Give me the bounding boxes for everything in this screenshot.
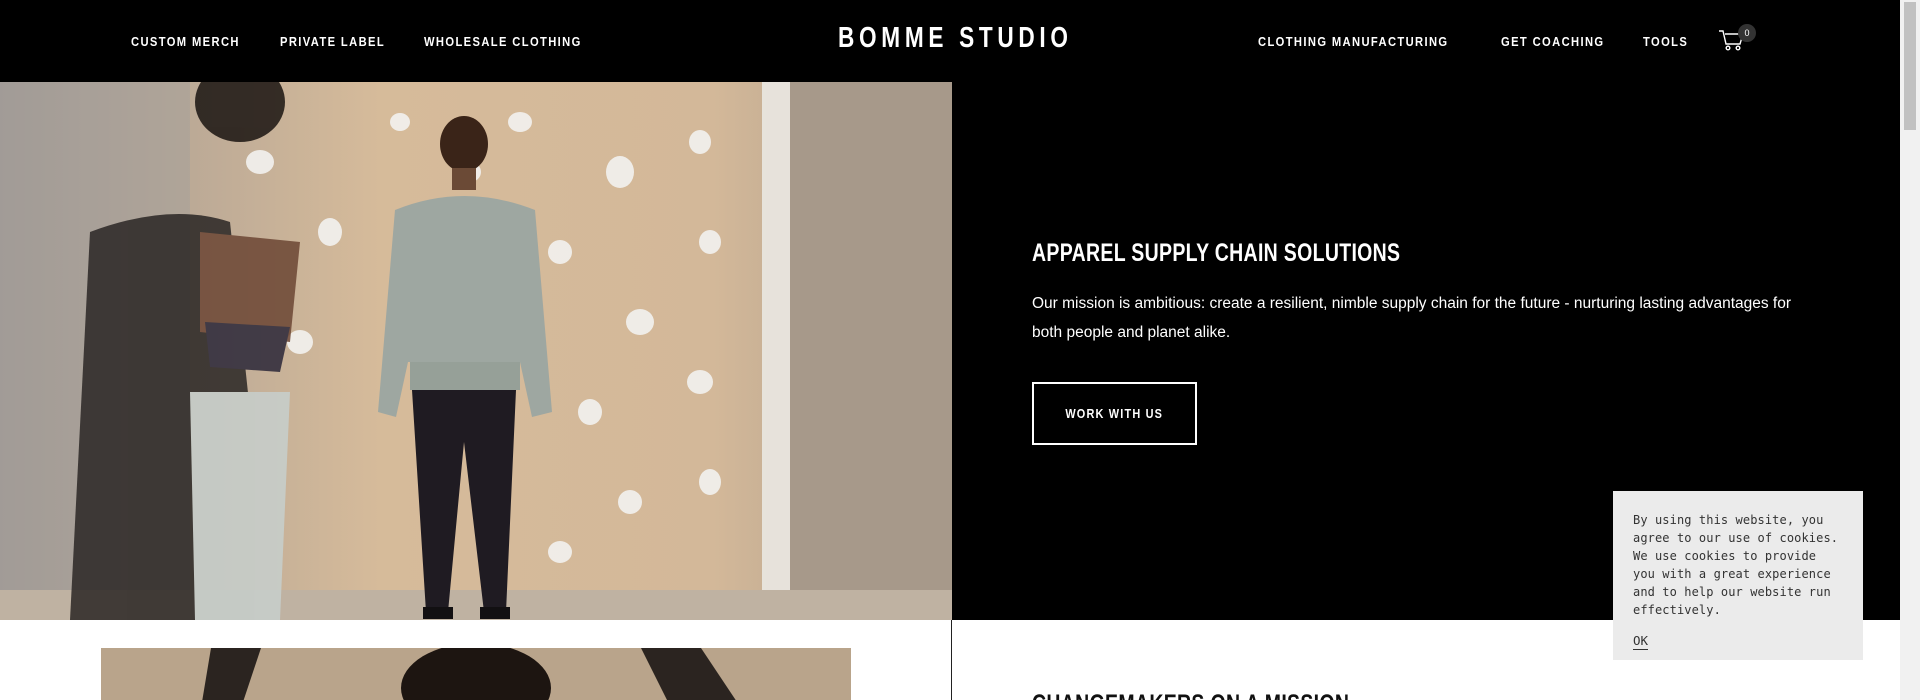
nav-custom-merch[interactable]: CUSTOM MERCH bbox=[131, 34, 240, 49]
nav-left: CUSTOM MERCH PRIVATE LABEL WHOLESALE CLO… bbox=[131, 0, 629, 82]
scrollbar-thumb[interactable] bbox=[1904, 2, 1916, 130]
work-with-us-button[interactable]: WORK WITH US bbox=[1032, 382, 1197, 445]
cart-count-badge: 0 bbox=[1738, 24, 1756, 42]
hero-text: Our mission is ambitious: create a resil… bbox=[1032, 295, 1792, 341]
nav-tools[interactable]: TOOLS bbox=[1643, 34, 1688, 49]
site-header: CUSTOM MERCH PRIVATE LABEL WHOLESALE CLO… bbox=[0, 0, 1900, 82]
nav-get-coaching[interactable]: GET COACHING bbox=[1501, 34, 1604, 49]
site-logo[interactable]: BOMME STUDIO bbox=[838, 22, 1073, 60]
hero-image bbox=[0, 82, 952, 620]
cart-button[interactable]: 0 bbox=[1718, 24, 1756, 56]
nav-private-label[interactable]: PRIVATE LABEL bbox=[280, 34, 385, 49]
changemakers-title: CHANGEMAKERS ON A MISSION bbox=[1032, 690, 1349, 700]
nav-right: CLOTHING MANUFACTURING GET COACHING TOOL… bbox=[1236, 0, 1756, 82]
nav-clothing-manufacturing[interactable]: CLOTHING MANUFACTURING bbox=[1258, 34, 1449, 49]
page: CUSTOM MERCH PRIVATE LABEL WHOLESALE CLO… bbox=[0, 0, 1920, 700]
cookie-text: By using this website, you agree to our … bbox=[1633, 513, 1839, 617]
work-with-us-label: WORK WITH US bbox=[1065, 406, 1164, 421]
nav-wholesale-clothing[interactable]: WHOLESALE CLOTHING bbox=[424, 34, 582, 49]
hero-title: APPAREL SUPPLY CHAIN SOLUTIONS bbox=[1032, 239, 1401, 267]
second-section-image bbox=[101, 648, 851, 700]
cookie-banner: By using this website, you agree to our … bbox=[1613, 491, 1863, 660]
section-divider bbox=[951, 620, 952, 700]
page-scrollbar[interactable] bbox=[1900, 0, 1920, 700]
cookie-ok-button[interactable]: OK bbox=[1633, 633, 1649, 650]
